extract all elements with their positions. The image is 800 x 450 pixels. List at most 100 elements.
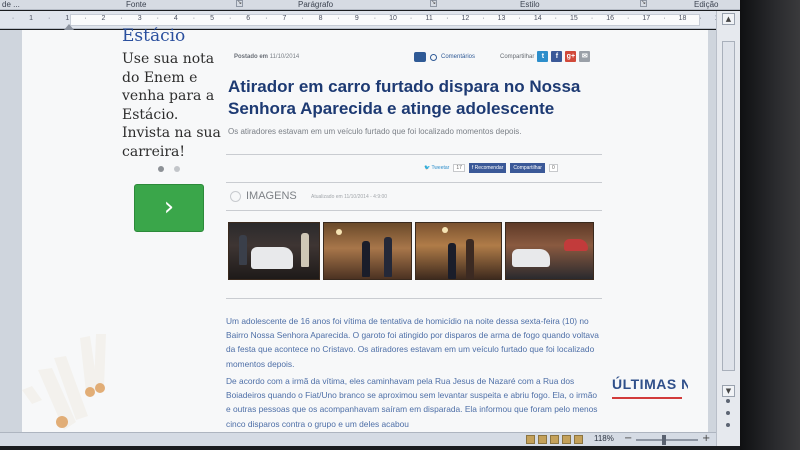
google-plus-share-icon[interactable]: g+ bbox=[565, 51, 577, 62]
photo-person bbox=[301, 233, 309, 267]
twitter-share-icon[interactable]: t bbox=[537, 51, 549, 62]
ruler-tick-label: 3 bbox=[137, 15, 142, 22]
ruler-tick-label: 9 bbox=[354, 15, 359, 22]
web-layout-icon[interactable] bbox=[550, 435, 559, 444]
divider bbox=[226, 210, 602, 211]
zoom-slider-knob[interactable] bbox=[662, 435, 666, 445]
photo-person bbox=[466, 239, 474, 279]
tweet-button[interactable]: 🐦 Tweetar bbox=[424, 165, 449, 171]
post-meta-label: Postado em bbox=[234, 54, 269, 60]
browse-prev-icon[interactable] bbox=[726, 399, 730, 403]
browse-object-icon[interactable] bbox=[726, 411, 730, 415]
ribbon-group-labels: de ... Fonte ↘ Parágrafo ↘ Estilo ↘ Ediç… bbox=[0, 0, 740, 10]
camera-icon bbox=[230, 191, 241, 202]
ribbon-group-fonte: Fonte bbox=[126, 0, 147, 9]
ruler-tick-label: 8 bbox=[318, 15, 323, 22]
ruler-tick-label: 13 bbox=[497, 15, 506, 22]
ruler-tick-label: · bbox=[156, 15, 159, 22]
print-layout-icon[interactable] bbox=[526, 435, 535, 444]
ruler-tick-label: · bbox=[482, 15, 485, 22]
ruler-tick-label: 2 bbox=[101, 15, 106, 22]
estilo-dialog-launcher-icon[interactable]: ↘ bbox=[640, 0, 647, 7]
ruler-tick-label: 17 bbox=[642, 15, 651, 22]
photo-person bbox=[362, 241, 370, 277]
ruler-tick-label: 15 bbox=[570, 15, 578, 22]
ruler-tick-label: · bbox=[554, 15, 557, 22]
comments-label: Comentários bbox=[441, 54, 476, 60]
comments-link[interactable]: Comentários bbox=[414, 52, 475, 62]
horizontal-ruler[interactable]: · 1 · 1 · 2 · 3 · 4 · 5 · 6 · 7 · 8 · 9 · 10 · 11 · 12 · 13 · 14 · 15 · 1… bbox=[0, 11, 740, 30]
carousel-dot-active[interactable] bbox=[158, 166, 164, 172]
latest-news-heading[interactable]: ÚLTIMAS N bbox=[612, 376, 688, 392]
scroll-thumb[interactable] bbox=[722, 41, 735, 371]
zoom-level[interactable]: 118% bbox=[594, 434, 614, 443]
divider bbox=[226, 154, 602, 155]
ad-text[interactable]: Use sua nota do Enem e venha para a Está… bbox=[122, 50, 222, 161]
share-label: Compartilhar bbox=[500, 53, 535, 60]
ruler-tick-label: 16 bbox=[606, 15, 614, 22]
article-lead: Os atiradores estavam em um veículo furt… bbox=[228, 127, 522, 136]
photo-light bbox=[336, 229, 342, 235]
photo-person bbox=[448, 243, 456, 279]
facebook-share-button[interactable]: Compartilhar bbox=[510, 163, 545, 173]
ruler-ticks: · 1 · 1 · 2 · 3 · 4 · 5 · 6 · 7 · 8 · 9 · 10 · 11 · 12 · 13 · 14 · 15 · 1… bbox=[6, 15, 726, 25]
scroll-up-button[interactable]: ▲ bbox=[722, 13, 735, 25]
gallery-photo[interactable] bbox=[323, 222, 412, 280]
ruler-tick-label: · bbox=[228, 15, 232, 22]
chevron-right-icon: › bbox=[163, 192, 175, 222]
draft-icon[interactable] bbox=[574, 435, 583, 444]
gallery-photo[interactable] bbox=[228, 222, 320, 280]
ruler-tick-label: · bbox=[84, 15, 87, 22]
facebook-share-icon[interactable]: f bbox=[551, 51, 563, 62]
carousel-dot[interactable] bbox=[174, 166, 180, 172]
browse-next-icon[interactable] bbox=[726, 423, 730, 427]
post-date: 11/10/2014 bbox=[269, 54, 300, 60]
facebook-recommend-button[interactable]: f Recomendar bbox=[468, 163, 507, 173]
ruler-tick-label: · bbox=[627, 15, 630, 22]
ruler-tick-label: 1 bbox=[29, 15, 34, 22]
ribbon-group-edicao: Edição bbox=[694, 0, 719, 9]
gallery-title: IMAGENS bbox=[246, 190, 297, 202]
vertical-scrollbar[interactable]: ▲ ▼ bbox=[716, 11, 740, 446]
divider bbox=[226, 182, 602, 183]
ad-carousel-dots[interactable] bbox=[158, 166, 180, 172]
ruler-tick-label: 5 bbox=[210, 15, 214, 22]
photo-car bbox=[251, 247, 293, 269]
photo-car bbox=[564, 239, 588, 251]
ad-next-button[interactable]: › bbox=[134, 184, 204, 232]
zoom-in-button[interactable]: + bbox=[702, 433, 710, 444]
ruler-tick-label: 11 bbox=[425, 15, 433, 22]
gallery-updated: Atualizado em 11/10/2014 - 4:9:00 bbox=[311, 194, 388, 200]
ruler-tick-label: · bbox=[446, 15, 449, 22]
social-buttons: 🐦 Tweetar 17 f Recomendar Compartilhar 0 bbox=[424, 163, 558, 173]
scroll-down-button[interactable]: ▼ bbox=[722, 385, 735, 397]
zoom-slider[interactable] bbox=[636, 439, 698, 441]
gallery-photo[interactable] bbox=[415, 222, 502, 280]
ruler-tick-label: 6 bbox=[246, 15, 251, 22]
ruler-tick-label: · bbox=[518, 15, 521, 22]
comment-count-icon bbox=[430, 53, 437, 61]
ruler-tick-label: · bbox=[663, 15, 666, 22]
ruler-tick-label: · bbox=[265, 15, 268, 22]
fonte-dialog-launcher-icon[interactable]: ↘ bbox=[236, 0, 243, 7]
photo-strip bbox=[228, 222, 594, 280]
comment-bubble-icon bbox=[414, 52, 426, 62]
view-buttons bbox=[526, 435, 583, 444]
post-meta: Postado em 11/10/2014 bbox=[234, 54, 299, 60]
article-paragraph: Um adolescente de 16 anos foi vítima de … bbox=[226, 316, 599, 369]
full-screen-icon[interactable] bbox=[538, 435, 547, 444]
latest-news-underline bbox=[612, 397, 682, 399]
ruler-tick-label: 14 bbox=[533, 15, 542, 22]
ruler-tick-label: · bbox=[337, 15, 340, 22]
hand-cursor-icon bbox=[22, 334, 106, 430]
gallery-photo[interactable] bbox=[505, 222, 594, 280]
outline-icon[interactable] bbox=[562, 435, 571, 444]
photo-person bbox=[239, 235, 247, 265]
tweet-count: 17 bbox=[453, 164, 465, 172]
ad-brand[interactable]: Estácio bbox=[122, 26, 185, 46]
ruler-tick-label: · bbox=[373, 15, 377, 22]
zoom-out-button[interactable]: − bbox=[624, 433, 632, 444]
paragrafo-dialog-launcher-icon[interactable]: ↘ bbox=[430, 0, 437, 7]
article-paragraph: De acordo com a irmã da vítima, eles cam… bbox=[226, 376, 598, 429]
email-share-icon[interactable]: ✉ bbox=[579, 51, 591, 62]
